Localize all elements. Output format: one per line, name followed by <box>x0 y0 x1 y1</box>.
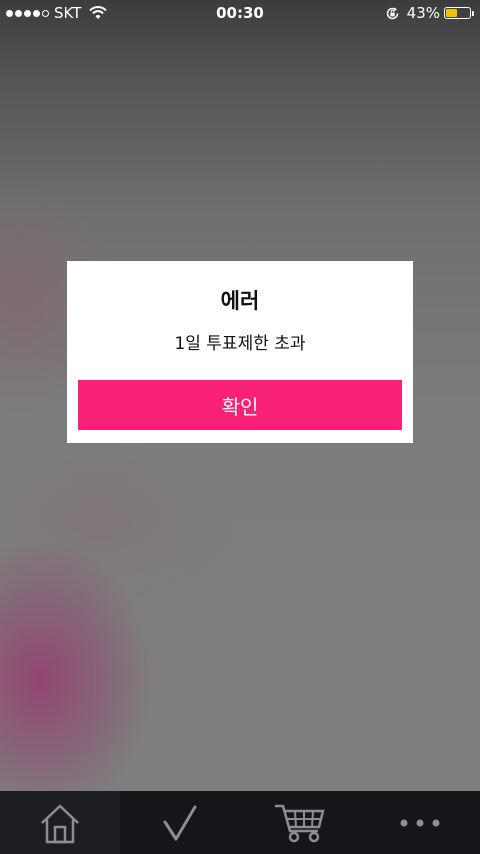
home-icon <box>41 804 79 843</box>
battery-tip <box>472 10 474 16</box>
bottom-tab-bar <box>0 791 480 854</box>
tab-home[interactable] <box>0 791 120 854</box>
status-bar: SKT 00:30 43% <box>0 0 480 26</box>
error-dialog: 에러 1일 투표제한 초과 확인 <box>67 261 413 443</box>
checkmark-icon <box>163 805 197 840</box>
rotation-lock-icon <box>386 7 398 19</box>
battery-fill <box>446 9 457 17</box>
battery-icon <box>444 7 471 19</box>
dialog-title: 에러 <box>220 289 260 313</box>
cart-icon <box>275 804 325 842</box>
tab-vote[interactable] <box>120 791 240 854</box>
tab-cart[interactable] <box>240 791 360 854</box>
more-dots-icon <box>400 819 440 826</box>
confirm-button[interactable]: 확인 <box>78 380 402 430</box>
dialog-message: 1일 투표제한 초과 <box>174 334 306 354</box>
status-right: 43% <box>385 4 474 22</box>
tab-more[interactable] <box>360 791 480 854</box>
battery-percent: 43% <box>406 4 440 22</box>
